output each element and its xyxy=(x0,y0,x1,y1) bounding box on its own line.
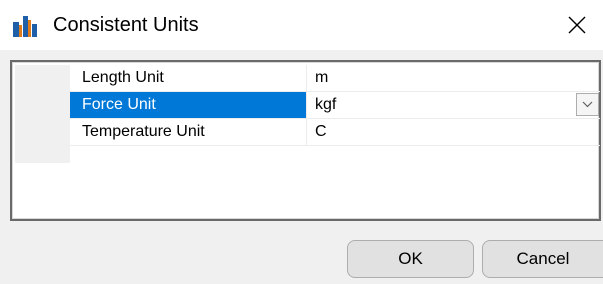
property-value-text: kgf xyxy=(315,96,337,113)
dropdown-button[interactable] xyxy=(576,93,599,116)
close-icon xyxy=(568,16,586,34)
title-bar: Consistent Units xyxy=(0,0,603,50)
cancel-button[interactable]: Cancel xyxy=(482,240,603,278)
consistent-units-dialog: Consistent Units Length Unit m Force Uni… xyxy=(0,0,603,284)
chevron-down-icon xyxy=(582,101,593,108)
row-header-column xyxy=(15,65,70,163)
close-button[interactable] xyxy=(551,0,603,50)
property-value-dropdown[interactable]: kgf xyxy=(308,92,600,118)
property-value[interactable]: m xyxy=(308,65,600,91)
property-row-length-unit[interactable]: Length Unit m xyxy=(70,65,600,92)
property-name[interactable]: Temperature Unit xyxy=(70,119,307,145)
ok-button[interactable]: OK xyxy=(347,240,474,278)
property-row-temperature-unit[interactable]: Temperature Unit C xyxy=(70,119,600,146)
property-grid: Length Unit m Force Unit kgf Temperature… xyxy=(10,60,601,221)
property-name-selected[interactable]: Force Unit xyxy=(70,92,307,118)
property-name[interactable]: Length Unit xyxy=(70,65,307,91)
property-value[interactable]: C xyxy=(308,119,600,145)
window-title: Consistent Units xyxy=(53,14,199,36)
property-row-force-unit[interactable]: Force Unit kgf xyxy=(70,92,600,119)
bar-chart-app-icon xyxy=(13,16,37,37)
